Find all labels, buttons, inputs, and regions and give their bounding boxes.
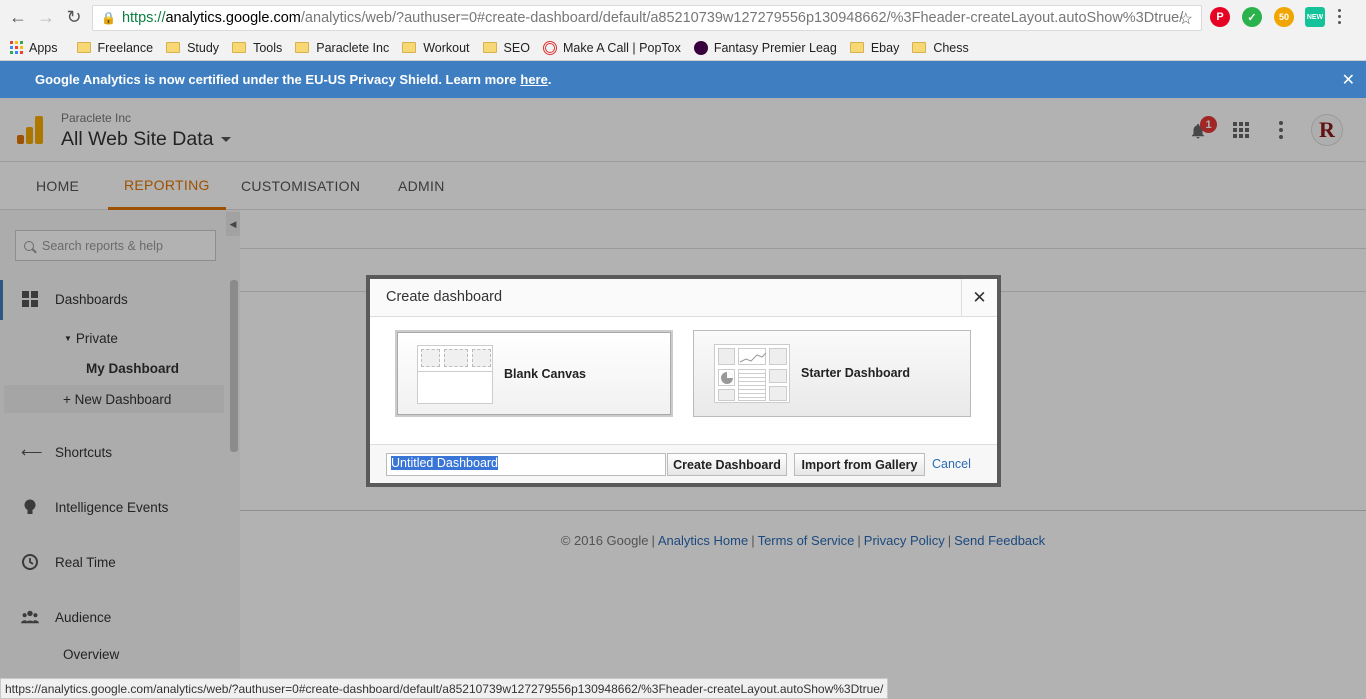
- close-icon[interactable]: ✕: [1342, 70, 1355, 90]
- check-icon[interactable]: ✓: [1242, 7, 1262, 27]
- bookmark-paraclete[interactable]: Paraclete Inc: [295, 41, 389, 55]
- address-bar[interactable]: 🔒 https://analytics.google.com/analytics…: [92, 5, 1202, 31]
- bookmark-label: Workout: [423, 40, 470, 55]
- bookmark-chess[interactable]: Chess: [912, 40, 969, 55]
- folder-icon: [482, 42, 497, 53]
- bookmark-label: Ebay: [870, 40, 900, 55]
- status-bar: https://analytics.google.com/analytics/w…: [0, 678, 889, 699]
- notice-suffix: .: [547, 72, 552, 87]
- blank-canvas-thumbnail-icon: [417, 345, 493, 404]
- folder-icon: [232, 42, 247, 53]
- chrome-menu-icon[interactable]: [1338, 9, 1341, 24]
- bookmark-label: Tools: [253, 40, 283, 55]
- option-label: Starter Dashboard: [801, 366, 911, 380]
- import-gallery-button[interactable]: Import from Gallery: [794, 453, 925, 476]
- starter-dashboard-option[interactable]: Starter Dashboard: [693, 330, 971, 417]
- privacy-shield-notice: Google Analytics is now certified under …: [0, 61, 1366, 98]
- close-icon[interactable]: ✕: [961, 279, 997, 317]
- dashboard-name-input[interactable]: Untitled Dashboard: [386, 453, 666, 476]
- folder-icon: [166, 42, 181, 53]
- bookmark-ebay[interactable]: Ebay: [849, 40, 900, 55]
- dashboard-name-value: Untitled Dashboard: [391, 456, 499, 470]
- bookmark-label: Make A Call | PopTox: [562, 40, 681, 55]
- url-path: /analytics/web/?authuser=0#create-dashbo…: [300, 10, 1184, 26]
- bookmark-label: Apps: [29, 40, 58, 55]
- bookmark-label: Freelance: [97, 40, 154, 55]
- forward-icon[interactable]: →: [32, 3, 60, 31]
- dialog-title: Create dashboard: [386, 289, 503, 305]
- bookmark-freelance[interactable]: Freelance: [76, 40, 154, 55]
- dialog-footer: Untitled Dashboard Create Dashboard Impo…: [370, 444, 997, 483]
- bookmark-label: Chess: [933, 40, 969, 55]
- pinterest-icon[interactable]: P: [1210, 7, 1230, 27]
- folder-icon: [295, 42, 310, 53]
- notice-learn-more-link[interactable]: here: [520, 72, 547, 87]
- notice-text: Google Analytics is now certified under …: [35, 72, 517, 87]
- apps-grid-icon: [10, 41, 23, 54]
- folder-icon: [76, 42, 91, 53]
- so-icon[interactable]: 50: [1274, 7, 1294, 27]
- browser-toolbar: ← → ↻ 🔒 https://analytics.google.com/ana…: [0, 0, 1366, 35]
- bookmark-label: Paraclete Inc: [316, 40, 390, 55]
- bookmark-label: SEO: [503, 40, 530, 55]
- back-icon[interactable]: ←: [4, 3, 32, 31]
- folder-icon: [402, 42, 417, 53]
- url-host: analytics.google.com: [165, 10, 301, 26]
- blank-canvas-option[interactable]: Blank Canvas: [395, 330, 673, 417]
- folder-icon: [849, 42, 864, 53]
- dialog-header: Create dashboard ✕: [370, 279, 997, 317]
- bookmark-workout[interactable]: Workout: [402, 40, 470, 55]
- bookmarks-bar: Apps Freelance Study Tools Paraclete Inc…: [0, 35, 1366, 61]
- bookmark-star-icon[interactable]: ☆: [1179, 9, 1193, 29]
- bookmark-study[interactable]: Study: [166, 41, 219, 55]
- create-dashboard-button[interactable]: Create Dashboard: [667, 453, 787, 476]
- create-dashboard-dialog: Create dashboard ✕ Blank Canvas Starter …: [366, 275, 1001, 487]
- starter-dashboard-thumbnail-icon: [714, 344, 790, 403]
- reload-icon[interactable]: ↻: [60, 3, 88, 31]
- lock-icon: 🔒: [101, 11, 116, 25]
- bookmark-tools[interactable]: Tools: [232, 41, 282, 55]
- option-label: Blank Canvas: [504, 367, 586, 381]
- bookmark-seo[interactable]: SEO: [482, 40, 530, 55]
- bookmark-apps[interactable]: Apps: [10, 41, 58, 55]
- premier-league-icon: [693, 40, 708, 55]
- bookmark-label: Study: [187, 40, 220, 55]
- grammarly-new-icon[interactable]: NEW: [1305, 7, 1325, 27]
- url-scheme: https://: [121, 10, 166, 26]
- cancel-link[interactable]: Cancel: [932, 457, 971, 471]
- target-icon: [542, 40, 557, 55]
- bookmark-poptox[interactable]: Make A Call | PopTox: [542, 40, 681, 55]
- bookmark-fantasy[interactable]: Fantasy Premier Leag: [693, 40, 837, 55]
- bookmark-label: Fantasy Premier Leag: [713, 40, 837, 55]
- folder-icon: [912, 42, 927, 53]
